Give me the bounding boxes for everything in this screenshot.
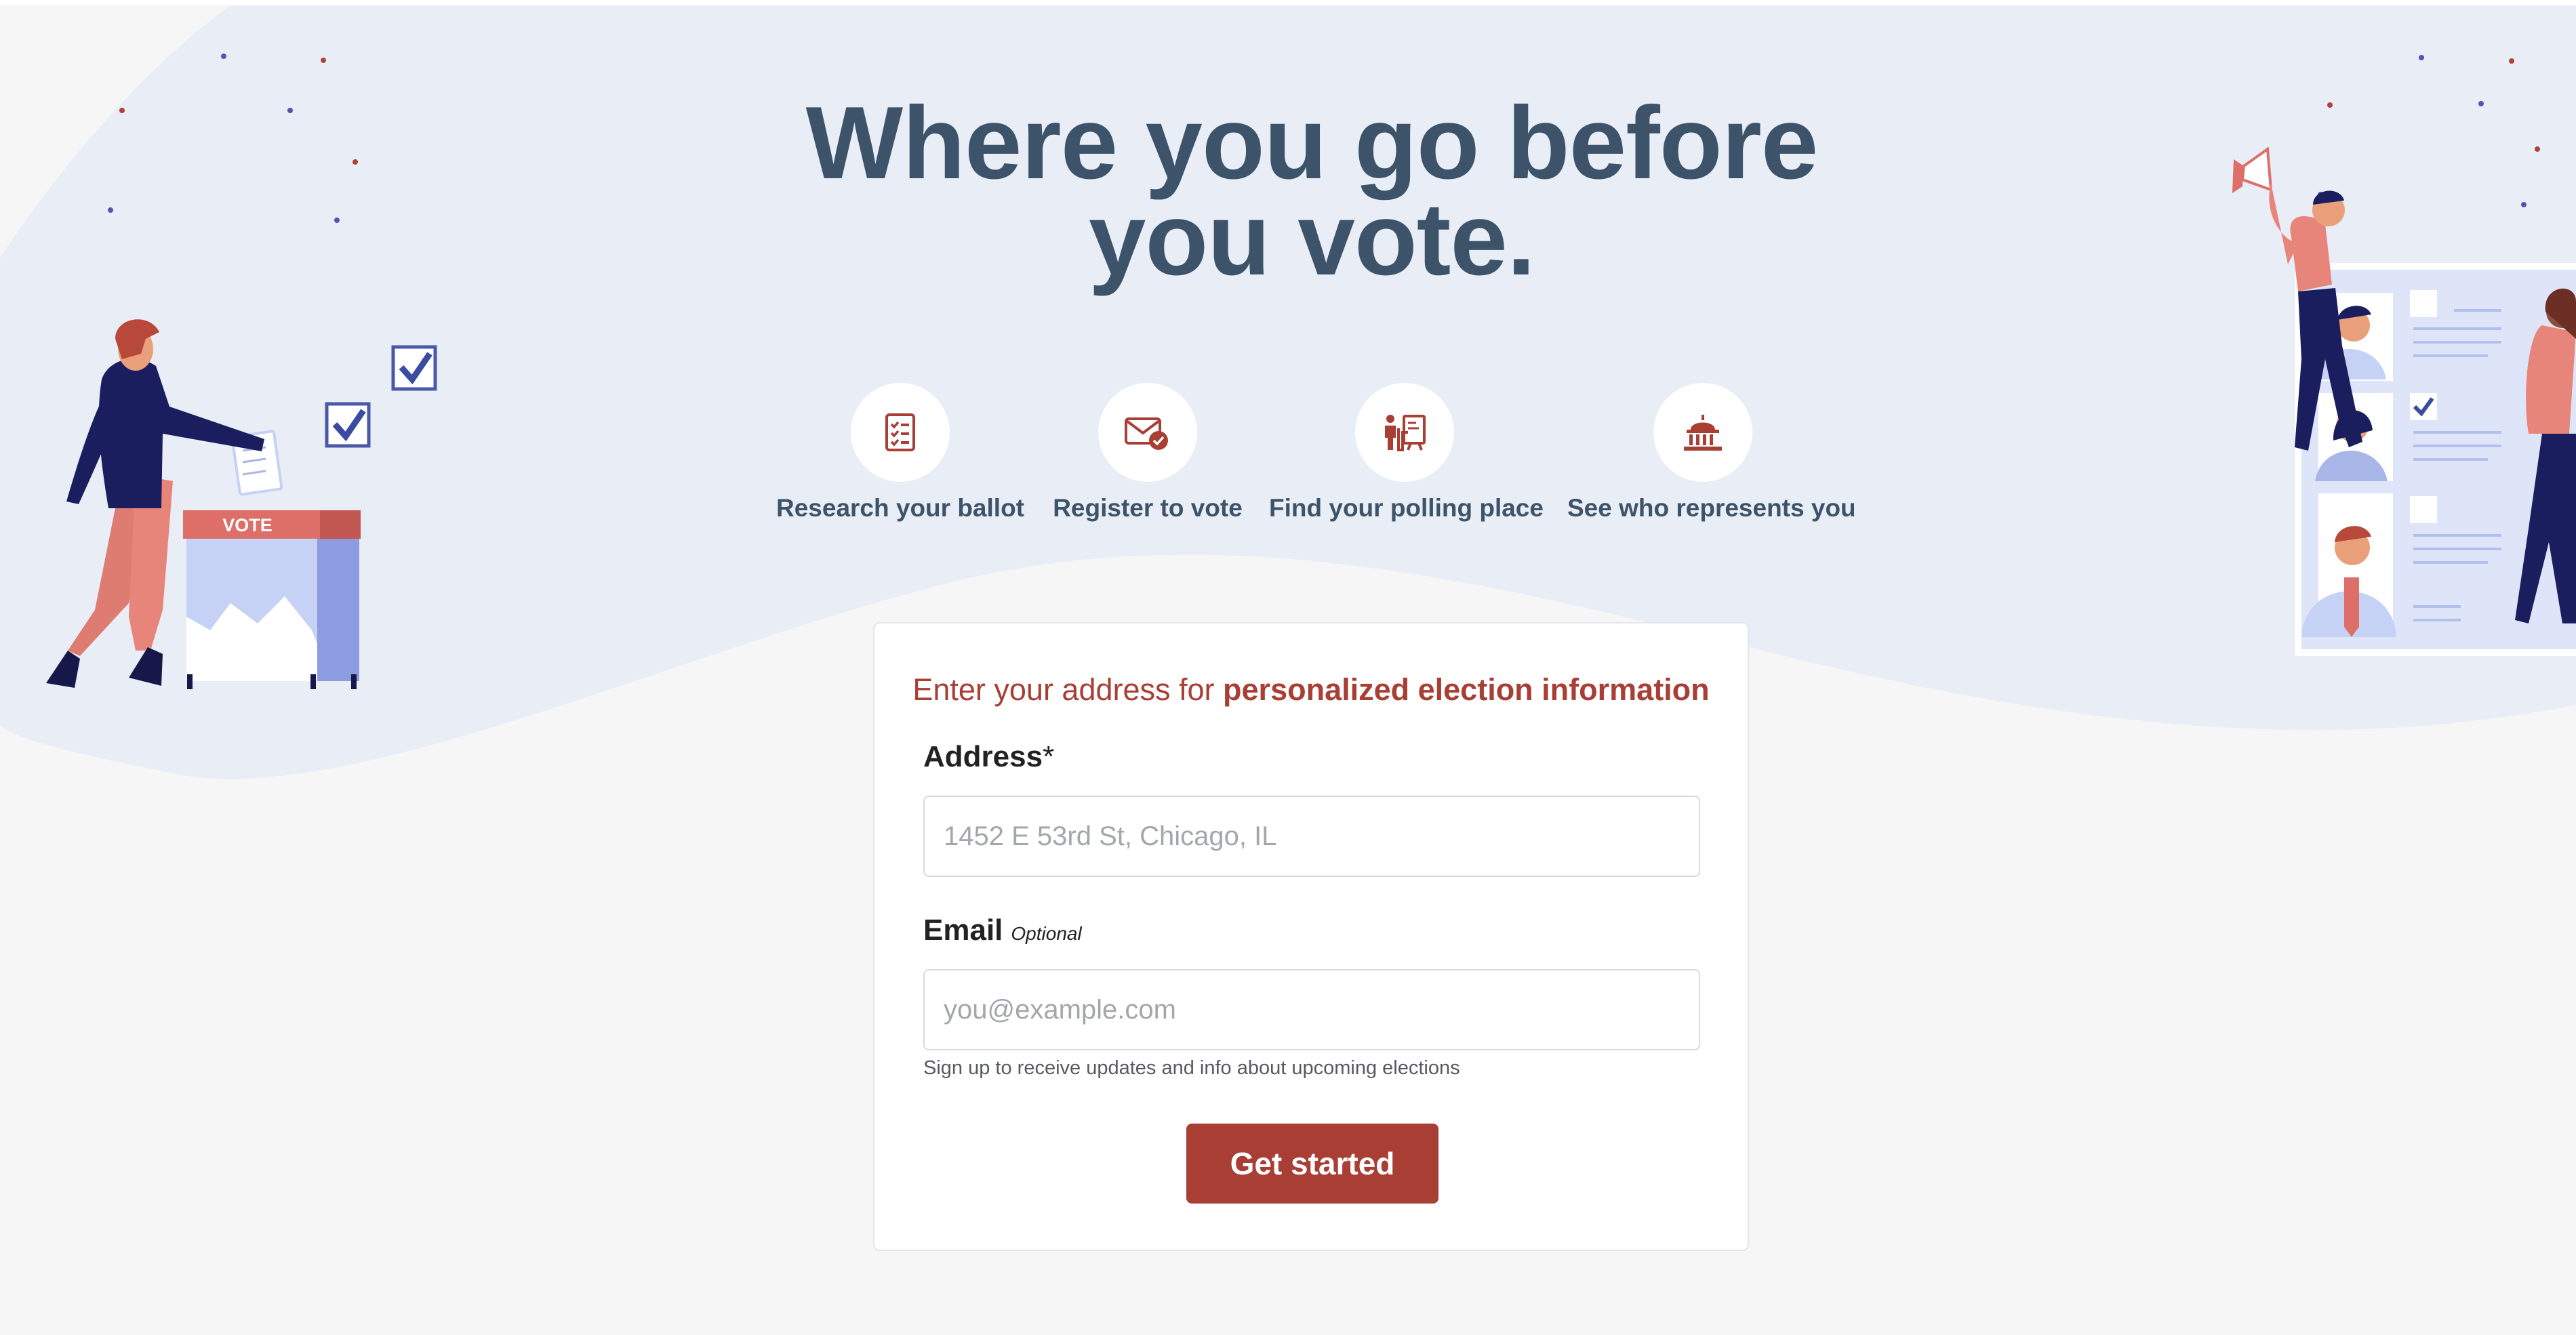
polling-booth-icon [1385, 415, 1426, 451]
form-heading-emphasis: personalized election information [1223, 672, 1710, 707]
form-heading: Enter your address for personalized elec… [874, 672, 1748, 707]
get-started-button[interactable]: Get started [1186, 1124, 1438, 1204]
feature-register-vote[interactable]: Register to vote [1012, 383, 1283, 522]
email-input[interactable] [923, 969, 1700, 1050]
address-label: Address* [923, 740, 1054, 774]
confetti-dots [108, 54, 358, 223]
address-form-card: Enter your address for personalized elec… [873, 622, 1749, 1251]
ballot-list-icon [885, 413, 915, 451]
feature-icon-circle [1098, 383, 1197, 482]
candidates-illustration [2232, 55, 2576, 656]
feature-research-ballot[interactable]: Research your ballot [765, 383, 1036, 522]
address-input[interactable] [923, 796, 1700, 877]
ballot-box: VOTE [183, 510, 361, 689]
feature-icon-circle [1653, 383, 1752, 482]
address-label-text: Address [923, 740, 1043, 773]
envelope-check-icon [1125, 417, 1168, 450]
feature-icon-circle [851, 383, 950, 482]
feature-label: Research your ballot [776, 494, 1024, 522]
form-heading-prefix: Enter your address for [912, 672, 1224, 707]
feature-label: Find your polling place [1269, 494, 1544, 522]
email-label: Email Optional [923, 913, 1082, 947]
feature-icon-circle [1355, 383, 1454, 482]
email-help-text: Sign up to receive updates and info abou… [923, 1057, 1460, 1079]
floating-checkbox-icon [325, 345, 437, 448]
ballot-box-sign: VOTE [222, 515, 273, 535]
confetti-dots [2318, 55, 2540, 207]
email-label-text: Email [923, 913, 1003, 947]
feature-label: See who represents you [1567, 494, 1856, 522]
required-marker: * [1043, 740, 1055, 773]
feature-see-representatives[interactable]: See who represents you [1567, 383, 1856, 522]
voter-ballot-illustration: VOTE [46, 54, 437, 689]
capitol-building-icon [1684, 415, 1722, 451]
optional-tag: Optional [1011, 923, 1082, 944]
feature-find-polling-place[interactable]: Find your polling place [1269, 383, 1544, 522]
hero-title: Where you go before you vote. [805, 85, 1819, 297]
feature-label: Register to vote [1053, 494, 1243, 522]
